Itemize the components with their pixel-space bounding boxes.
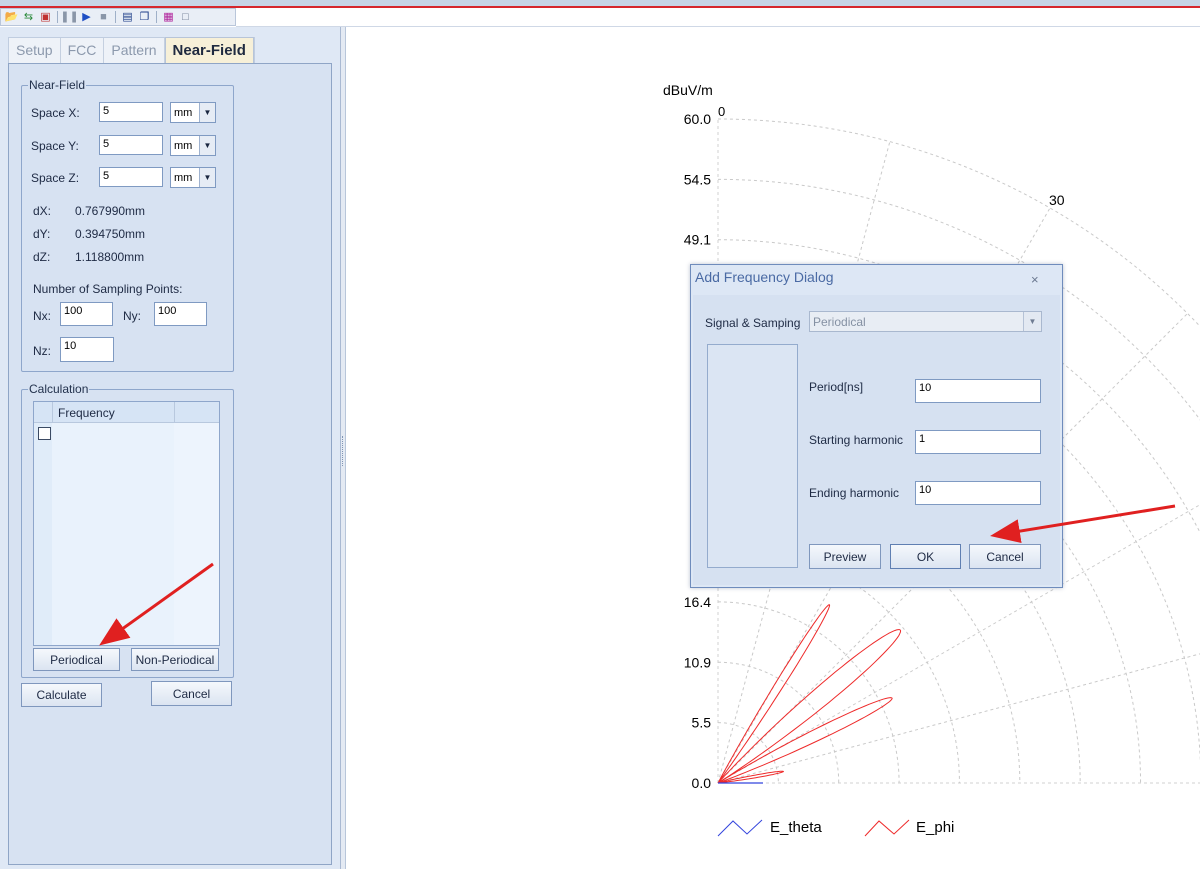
- radial-tick-label: 16.4: [684, 594, 711, 610]
- chevron-down-icon[interactable]: ▼: [1023, 312, 1041, 331]
- e-phi-lobe-second: [717, 697, 893, 784]
- legend-swatch-e-theta: [717, 819, 763, 837]
- ending-harmonic-label: Ending harmonic: [809, 486, 900, 500]
- legend-label-e-phi: E_phi: [916, 819, 954, 836]
- ending-harmonic-input[interactable]: 10: [915, 481, 1041, 505]
- radial-tick-label: 49.1: [684, 232, 711, 248]
- period-label: Period[ns]: [809, 380, 864, 394]
- close-icon[interactable]: ×: [1031, 272, 1039, 287]
- starting-harmonic-label: Starting harmonic: [809, 433, 904, 447]
- radial-tick-label: 10.9: [684, 654, 711, 670]
- radial-tick-label: 0.0: [692, 775, 712, 791]
- dialog-cancel-button[interactable]: Cancel: [969, 544, 1041, 569]
- signal-sampling-value: Periodical: [813, 314, 866, 329]
- dialog-body: Signal & Samping Periodical ▼ Period[ns]…: [693, 295, 1060, 585]
- radial-tick-label: 5.5: [692, 715, 712, 731]
- signal-sampling-select[interactable]: Periodical ▼: [809, 311, 1042, 332]
- radial-tick-label: 54.5: [684, 171, 711, 187]
- e-phi-lobe-main: [717, 629, 902, 784]
- radial-tick-label: 60.0: [684, 111, 711, 127]
- legend-label-e-theta: E_theta: [770, 819, 822, 836]
- dialog-title: Add Frequency Dialog: [695, 269, 834, 285]
- signal-sampling-label: Signal & Samping: [705, 316, 801, 330]
- preview-button[interactable]: Preview: [809, 544, 881, 569]
- angle-label-30: 30: [1049, 192, 1065, 208]
- dialog-preview-list[interactable]: [707, 344, 798, 568]
- chart-unit-label: dBuV/m: [663, 82, 713, 98]
- add-frequency-dialog: Add Frequency Dialog × Signal & Samping …: [690, 264, 1063, 588]
- e-phi-lobe-upper: [717, 604, 831, 784]
- legend-swatch-e-phi: [864, 819, 910, 837]
- polar-spoke: [717, 653, 1200, 784]
- chart-legend: E_theta E_phi: [717, 819, 954, 837]
- ok-button[interactable]: OK: [890, 544, 961, 569]
- period-input[interactable]: 10: [915, 379, 1041, 403]
- angle-label-0: 0: [718, 104, 725, 119]
- starting-harmonic-input[interactable]: 1: [915, 430, 1041, 454]
